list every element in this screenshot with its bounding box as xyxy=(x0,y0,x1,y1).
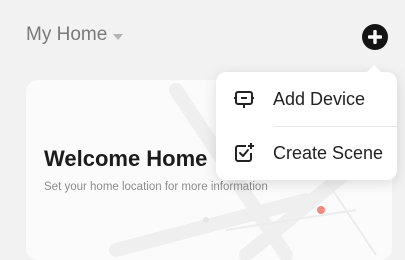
scene-icon xyxy=(235,143,254,162)
welcome-subtitle: Set your home location for more informat… xyxy=(44,181,268,193)
header: My Home xyxy=(0,0,405,72)
menu-item-create-scene[interactable]: Create Scene xyxy=(216,126,397,180)
plus-circle-icon xyxy=(368,30,382,44)
device-icon xyxy=(234,91,254,108)
home-name: My Home xyxy=(26,24,108,45)
add-menu-popup: Add Device Create Scene xyxy=(216,65,397,180)
menu-item-label: Add Device xyxy=(273,88,366,109)
welcome-title: Welcome Home xyxy=(44,146,208,171)
location-dot xyxy=(317,206,325,214)
add-button[interactable] xyxy=(362,24,388,50)
caret-down-icon xyxy=(113,33,124,40)
home-selector[interactable]: My Home xyxy=(26,24,124,46)
menu-item-label: Create Scene xyxy=(273,142,384,163)
menu-item-add-device[interactable]: Add Device xyxy=(216,72,397,126)
